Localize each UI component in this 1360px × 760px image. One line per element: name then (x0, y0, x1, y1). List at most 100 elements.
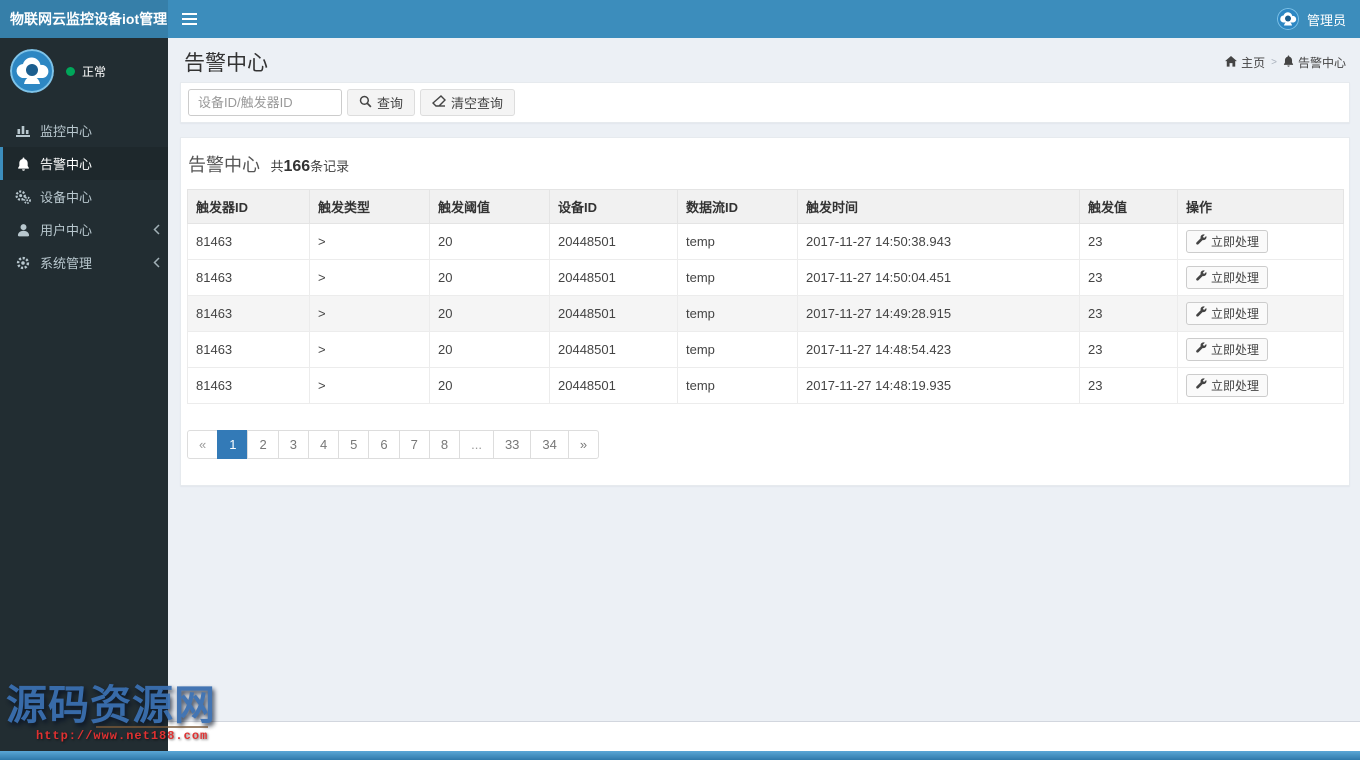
pagination-page[interactable]: 8 (428, 430, 461, 459)
sidebar-avatar-icon (10, 49, 54, 93)
cell-trigger-time: 2017-11-27 14:48:54.423 (797, 331, 1080, 368)
cell-actions: 立即处理 (1177, 259, 1344, 296)
query-button[interactable]: 查询 (347, 89, 416, 116)
pagination-prev[interactable]: « (187, 430, 219, 459)
col-trigger-id: 触发器ID (187, 189, 310, 224)
sidebar-item-label: 用户中心 (40, 223, 93, 238)
pagination-next[interactable]: » (567, 430, 600, 459)
page-footer (168, 721, 1360, 751)
status-label: 正常 (82, 64, 107, 79)
bottom-blue-bar (0, 751, 1360, 760)
pagination-ellipsis: ... (459, 430, 494, 459)
chevron-left-icon (153, 257, 160, 268)
pagination: «1 2 3 4 5 6 7 8... 33 34» (187, 430, 600, 459)
pagination-page[interactable]: 1 (217, 430, 249, 459)
cell-trigger-threshold: 20 (429, 295, 550, 332)
pagination-page[interactable]: 33 (492, 430, 532, 459)
handle-now-button[interactable]: 立即处理 (1186, 374, 1269, 397)
cell-trigger-type: > (309, 295, 430, 332)
pagination-page[interactable]: 6 (368, 430, 400, 459)
cell-actions: 立即处理 (1177, 223, 1344, 260)
cell-stream-id: temp (677, 295, 798, 332)
user-name: 管理员 (1306, 12, 1346, 28)
cell-trigger-type: > (309, 223, 430, 260)
app-brand[interactable]: 物联网云监控设备iot管理 (0, 0, 168, 38)
cell-device-id: 20448501 (549, 295, 678, 332)
cell-trigger-id: 81463 (187, 295, 310, 332)
sidebar-item-label: 设备中心 (40, 190, 93, 205)
cell-stream-id: temp (677, 223, 798, 260)
status-online-dot (66, 66, 75, 76)
cell-actions: 立即处理 (1177, 295, 1344, 332)
sidebar-toggle-icon[interactable] (168, 0, 210, 38)
cell-device-id: 20448501 (549, 259, 678, 296)
handle-now-button[interactable]: 立即处理 (1186, 266, 1269, 289)
col-trigger-value: 触发值 (1079, 189, 1178, 224)
col-trigger-type: 触发类型 (309, 189, 430, 224)
cell-trigger-type: > (309, 331, 430, 368)
col-device-id: 设备ID (549, 189, 678, 224)
page-title: 告警中心 (184, 52, 268, 75)
cell-trigger-id: 81463 (187, 331, 310, 368)
user-menu[interactable]: 管理员 (1276, 8, 1360, 30)
table-row: 81463 >20 20448501 temp 2017-11-27 14:49:28.… (187, 295, 1344, 332)
col-actions: 操作 (1177, 189, 1344, 224)
wrench-icon (1195, 270, 1207, 285)
alerts-box: 告警中心 共166条记录 触发器ID 触发类型 触发阈值 设备ID 数据流ID … (180, 137, 1350, 486)
sidebar-item-device-center[interactable]: 设备中心 (0, 180, 168, 213)
col-trigger-threshold: 触发阈值 (429, 189, 550, 224)
gears-icon (15, 189, 31, 204)
cell-actions: 立即处理 (1177, 331, 1344, 368)
bell-icon (15, 157, 31, 171)
cell-trigger-time: 2017-11-27 14:48:19.935 (797, 367, 1080, 404)
wrench-icon (1195, 234, 1207, 249)
handle-now-button[interactable]: 立即处理 (1186, 338, 1269, 361)
cell-stream-id: temp (677, 259, 798, 296)
alerts-box-header: 告警中心 共166条记录 (181, 138, 1349, 189)
content-area: 告警中心 主页 > 告警中心 查询 (168, 38, 1360, 721)
search-input[interactable] (188, 89, 342, 116)
alerts-table: 触发器ID 触发类型 触发阈值 设备ID 数据流ID 触发时间 触发值 操作 8… (187, 189, 1344, 404)
clear-query-button[interactable]: 清空查询 (420, 89, 516, 116)
record-count-prefix: 共 (270, 159, 284, 174)
cell-trigger-value: 23 (1079, 367, 1178, 404)
search-panel: 查询 清空查询 (180, 82, 1350, 123)
sidebar: 正常 监控中心 告警中心 设备中心 用户中心 系统管理 (0, 38, 168, 751)
user-icon (15, 223, 31, 237)
wrench-icon (1195, 378, 1207, 393)
cell-stream-id: temp (677, 367, 798, 404)
wrench-icon (1195, 342, 1207, 357)
breadcrumb-separator: > (1271, 57, 1277, 68)
sidebar-item-label: 告警中心 (40, 157, 93, 172)
bar-chart-icon (15, 124, 31, 137)
eraser-icon (431, 95, 447, 110)
pagination-page[interactable]: 7 (398, 430, 430, 459)
home-icon (1225, 55, 1238, 70)
cell-trigger-value: 23 (1079, 259, 1178, 296)
cell-device-id: 20448501 (549, 367, 678, 404)
pagination-page[interactable]: 4 (307, 430, 340, 459)
breadcrumb-home[interactable]: 主页 (1225, 54, 1265, 71)
handle-now-button[interactable]: 立即处理 (1186, 230, 1269, 253)
pagination-page[interactable]: 3 (277, 430, 309, 459)
sidebar-item-system-admin[interactable]: 系统管理 (0, 246, 168, 279)
sidebar-item-alert-center[interactable]: 告警中心 (0, 147, 168, 180)
handle-now-button[interactable]: 立即处理 (1186, 302, 1269, 325)
cell-trigger-value: 23 (1079, 295, 1178, 332)
cell-trigger-id: 81463 (187, 259, 310, 296)
cell-trigger-threshold: 20 (429, 223, 550, 260)
user-avatar-icon (1276, 8, 1299, 30)
sidebar-menu: 监控中心 告警中心 设备中心 用户中心 系统管理 (0, 114, 168, 279)
cell-trigger-threshold: 20 (429, 259, 550, 296)
cell-device-id: 20448501 (549, 223, 678, 260)
sidebar-item-monitor-center[interactable]: 监控中心 (0, 114, 168, 147)
sidebar-user-panel: 正常 (0, 38, 168, 104)
col-trigger-time: 触发时间 (797, 189, 1080, 224)
bell-icon (1283, 55, 1294, 70)
col-stream-id: 数据流ID (677, 189, 798, 224)
pagination-page[interactable]: 5 (338, 430, 370, 459)
sidebar-item-user-center[interactable]: 用户中心 (0, 213, 168, 246)
pagination-page[interactable]: 2 (247, 430, 279, 459)
pagination-page[interactable]: 34 (530, 430, 569, 459)
chevron-left-icon (153, 224, 160, 235)
